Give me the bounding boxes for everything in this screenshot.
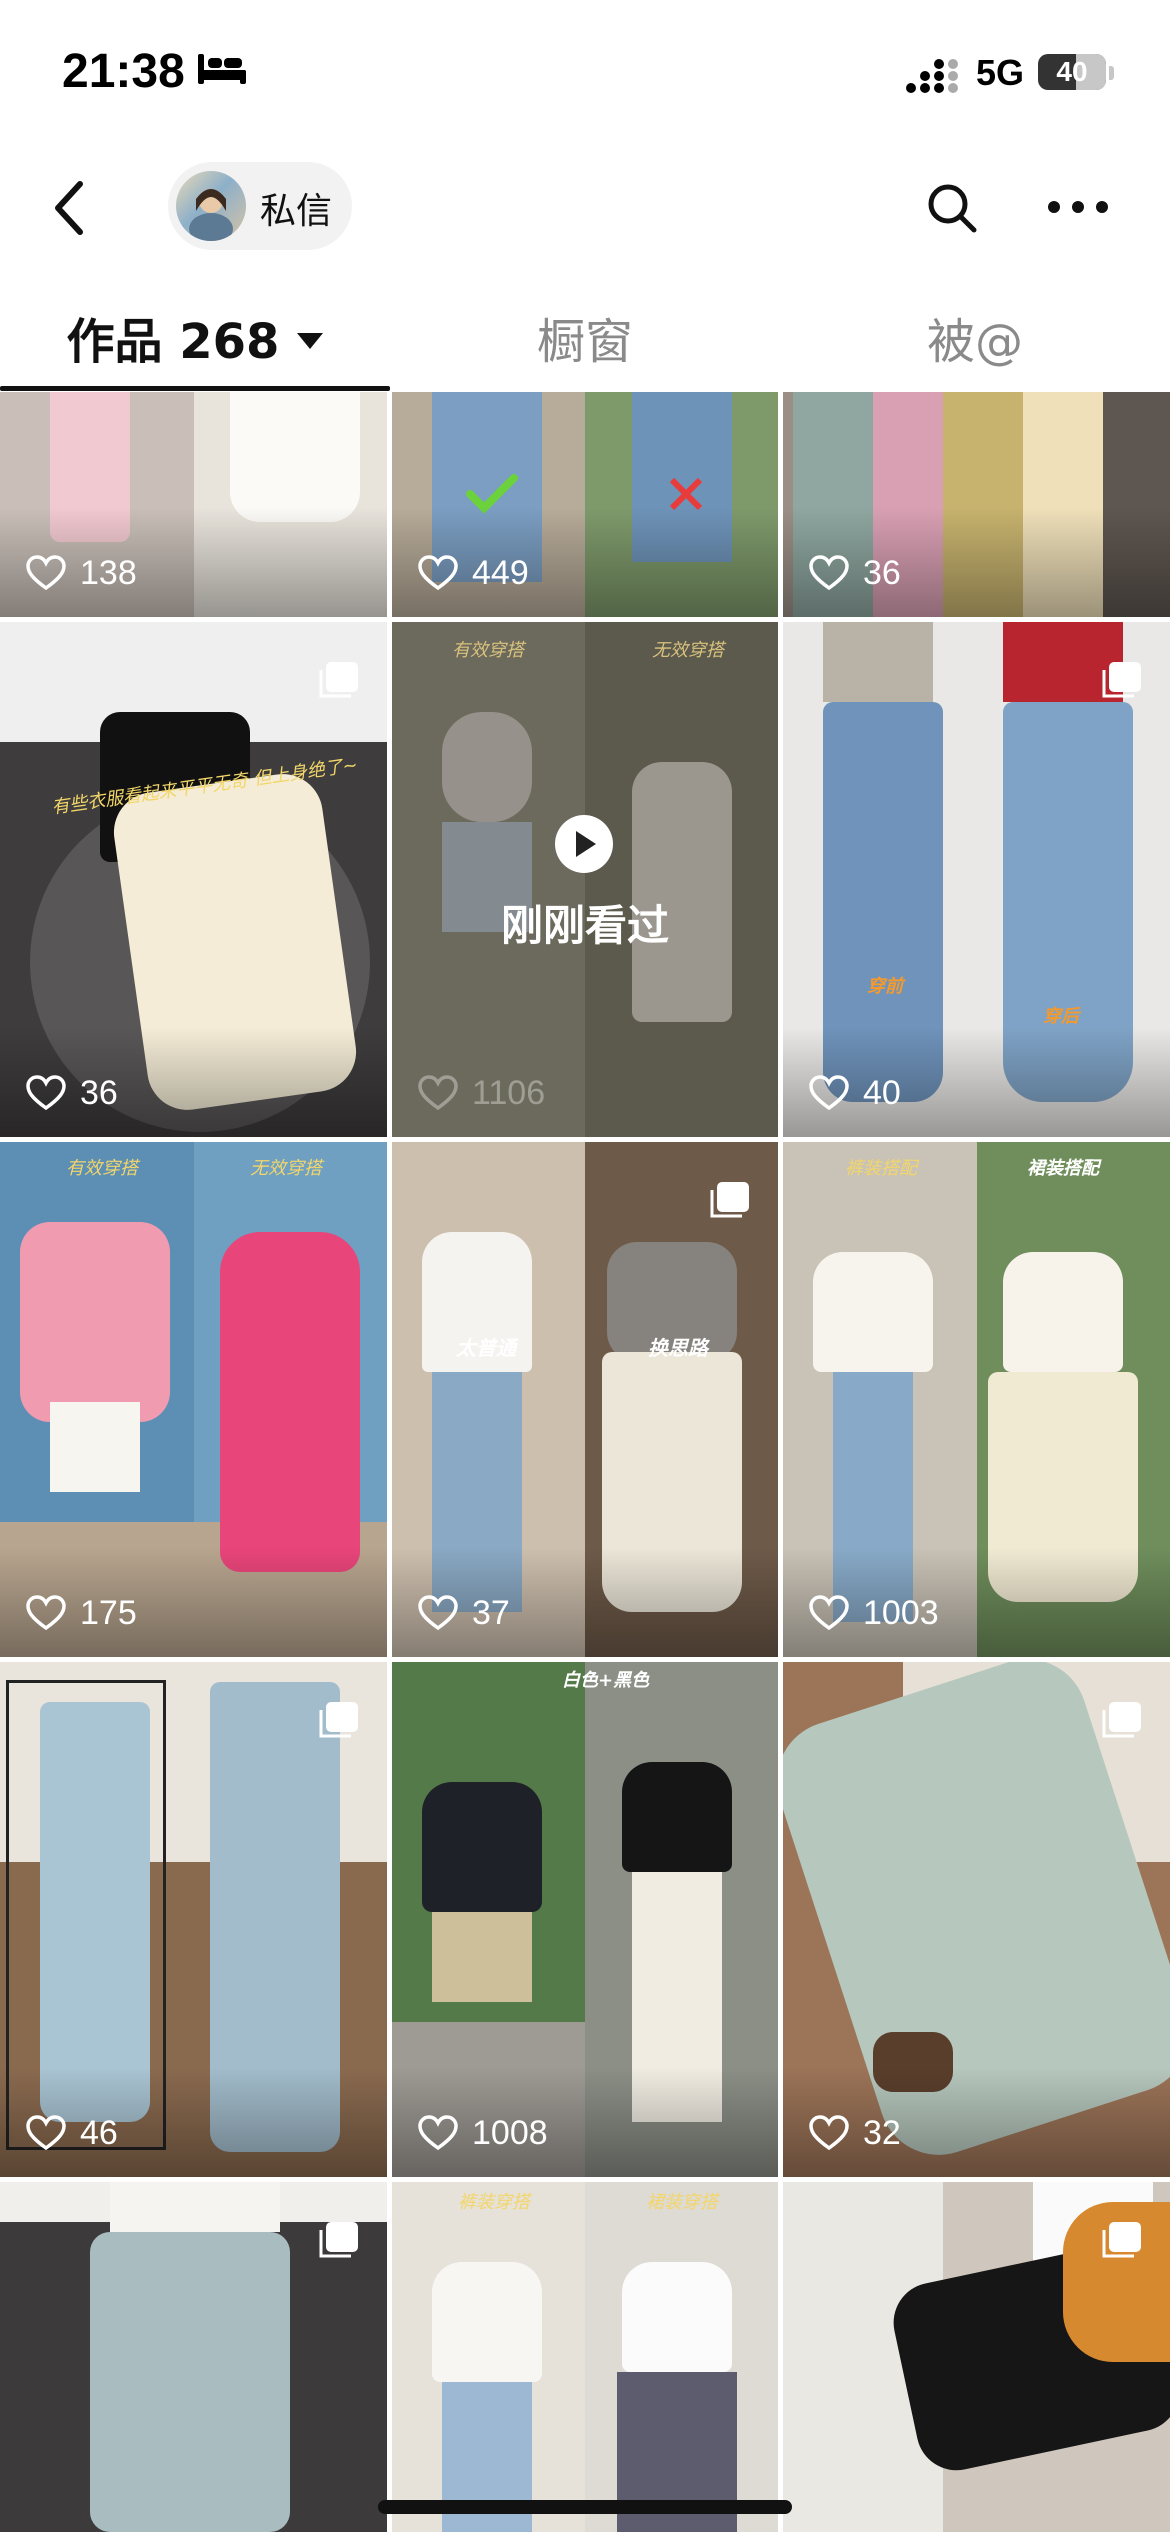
- video-card[interactable]: 裤装搭配 裙装搭配 1003: [783, 1142, 1170, 1657]
- viewed-overlay: [392, 622, 778, 1137]
- video-card-recently-viewed[interactable]: 有效穿搭 无效穿搭 刚刚看过 1106: [392, 622, 778, 1137]
- signal-icon: [906, 59, 958, 93]
- like-count: 32: [809, 2111, 901, 2155]
- post-caption-right: 无效穿搭: [250, 1158, 322, 1179]
- tab-works-label: 作品 268: [66, 314, 280, 370]
- multi-image-icon: [1102, 662, 1141, 698]
- heart-icon: [809, 1075, 849, 1111]
- video-card[interactable]: 32: [783, 1662, 1170, 2177]
- like-count: 40: [809, 1071, 901, 1115]
- like-count: 37: [418, 1591, 510, 1635]
- heart-icon: [809, 2115, 849, 2151]
- video-card[interactable]: 白色+黑色 1008: [392, 1662, 778, 2177]
- battery-icon: 40: [1038, 54, 1106, 90]
- tab-mentions[interactable]: 被@: [780, 302, 1170, 372]
- post-caption-left: 有效穿搭: [66, 1158, 138, 1179]
- video-card[interactable]: 太普通 换思路 37: [392, 1142, 778, 1657]
- multi-image-icon: [1102, 2222, 1141, 2258]
- heart-icon: [809, 555, 849, 591]
- multi-image-icon: [319, 1702, 358, 1738]
- recently-viewed-label: 刚刚看过: [500, 901, 669, 950]
- caret-down-icon: [297, 333, 324, 349]
- like-count: 175: [26, 1591, 137, 1635]
- heart-icon: [418, 1075, 458, 1111]
- post-caption: 白色+黑色: [562, 1670, 650, 1691]
- video-card[interactable]: 36: [783, 392, 1170, 617]
- post-caption-right: 裙装搭配: [1027, 1158, 1099, 1179]
- like-count: 1003: [809, 1591, 939, 1635]
- like-count: 138: [26, 551, 137, 595]
- like-count: 449: [418, 551, 529, 595]
- heart-icon: [418, 2115, 458, 2151]
- multi-image-icon: [319, 2222, 358, 2258]
- heart-icon: [26, 2115, 66, 2151]
- home-indicator: [378, 2500, 792, 2514]
- video-card[interactable]: [0, 2182, 387, 2532]
- tab-showcase[interactable]: 橱窗: [390, 302, 780, 372]
- heart-icon: [418, 555, 458, 591]
- video-card[interactable]: 449: [392, 392, 778, 617]
- post-caption-left: 有效穿搭: [452, 640, 524, 661]
- like-count: 1008: [418, 2111, 548, 2155]
- like-count: 36: [809, 551, 901, 595]
- post-caption-right: 裙装穿搭: [646, 2192, 718, 2213]
- video-card[interactable]: 裤装穿搭 裙装穿搭: [392, 2182, 778, 2532]
- heart-icon: [26, 555, 66, 591]
- multi-image-icon: [1102, 1702, 1141, 1738]
- post-caption-left: 穿前: [867, 976, 903, 997]
- post-caption-left: 太普通: [456, 1336, 516, 1360]
- post-caption-right: 换思路: [648, 1336, 708, 1360]
- video-card[interactable]: 穿前 穿后 40: [783, 622, 1170, 1137]
- heart-icon: [809, 1595, 849, 1631]
- play-icon[interactable]: [555, 815, 613, 873]
- status-time: 21:38: [62, 45, 185, 98]
- like-count: 46: [26, 2111, 118, 2155]
- network-type: 5G: [976, 52, 1025, 93]
- more-icon[interactable]: [1046, 198, 1110, 216]
- like-count: 36: [26, 1071, 118, 1115]
- video-card[interactable]: 46: [0, 1662, 387, 2177]
- tab-indicator: [0, 386, 390, 391]
- multi-image-icon: [319, 662, 358, 698]
- battery-level: 40: [1056, 56, 1088, 87]
- status-bar: 21:38 5G 40: [0, 0, 1170, 150]
- post-caption-right: 穿后: [1043, 1006, 1079, 1027]
- dm-button[interactable]: 私信: [168, 162, 352, 250]
- heart-icon: [26, 1075, 66, 1111]
- back-icon[interactable]: [44, 176, 100, 240]
- profile-tabs: 作品 268 橱窗 被@: [0, 280, 1170, 392]
- multi-image-icon: [710, 1182, 749, 1218]
- avatar: [176, 171, 246, 241]
- search-icon[interactable]: [924, 180, 980, 236]
- post-caption-left: 裤装搭配: [845, 1158, 917, 1179]
- post-caption-left: 裤装穿搭: [458, 2192, 530, 2213]
- video-card[interactable]: 138: [0, 392, 387, 617]
- tab-works[interactable]: 作品 268: [0, 302, 390, 372]
- dm-label: 私信: [260, 191, 333, 232]
- post-caption-right: 无效穿搭: [652, 640, 724, 661]
- battery-tip: [1109, 66, 1114, 80]
- like-count: 1106: [418, 1071, 545, 1115]
- heart-icon: [26, 1595, 66, 1631]
- video-grid: 138 449 36 有些衣服看起来平平无奇 但上身绝了~ 36 有效穿搭 无效…: [0, 392, 1170, 2532]
- nav-bar: 私信: [0, 150, 1170, 280]
- video-card[interactable]: 有些衣服看起来平平无奇 但上身绝了~ 36: [0, 622, 387, 1137]
- video-card[interactable]: [783, 2182, 1170, 2532]
- sleep-focus-icon: [198, 54, 246, 84]
- heart-icon: [418, 1595, 458, 1631]
- video-card[interactable]: 有效穿搭 无效穿搭 175: [0, 1142, 387, 1657]
